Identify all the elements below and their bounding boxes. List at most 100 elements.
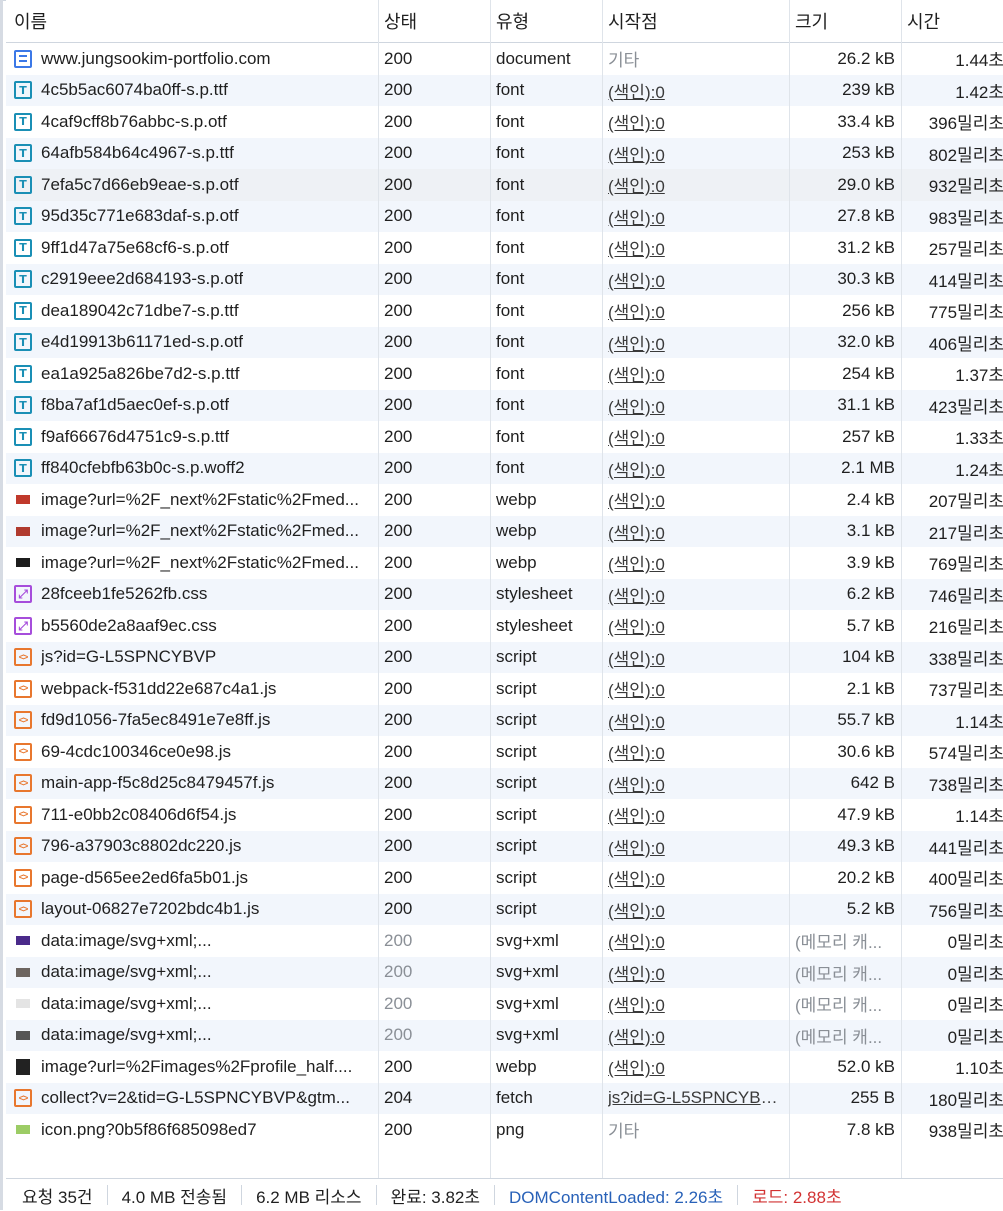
request-initiator-cell[interactable]: (색인):0 <box>602 453 789 485</box>
request-name-cell[interactable]: <> page-d565ee2ed6fa5b01.js <box>6 862 378 894</box>
request-name-cell[interactable]: T 4c5b5ac6074ba0ff-s.p.ttf <box>6 75 378 107</box>
request-name-cell[interactable]: Tdea189042c71dbe7-s.p.ttf <box>6 295 378 327</box>
request-name-cell[interactable]: icon.png?0b5f86f685098ed7 <box>6 1114 378 1146</box>
request-initiator-link[interactable]: (색인):0 <box>608 1023 665 1048</box>
request-initiator-cell[interactable]: (색인):0 <box>602 138 789 170</box>
request-row[interactable]: Tf8ba7af1d5aec0ef-s.p.otf 200 font (색인):0 31… <box>6 389 1003 422</box>
column-header-size[interactable]: 크기 <box>789 0 901 42</box>
request-row[interactable]: T 4caf9cff8b76abbc-s.p.otf 200 font (색인):0 33… <box>6 106 1003 138</box>
request-name-cell[interactable]: image?url=%2Fimages%2Fprofile_half.... <box>6 1051 378 1083</box>
request-initiator-cell[interactable]: (색인):0 <box>602 768 789 800</box>
request-row[interactable]: Tea1a925a826be7d2-s.p.ttf 200 font (색인):0 25… <box>6 358 1003 390</box>
request-initiator-link[interactable]: (색인):0 <box>608 78 665 103</box>
request-initiator-link[interactable]: (색인):0 <box>608 550 665 575</box>
request-initiator-link[interactable]: (색인):0 <box>608 487 665 512</box>
request-row[interactable]: <> collect?v=2&tid=G-L5SPNCYBVP&gtm... 204… <box>6 1082 1003 1115</box>
request-initiator-cell[interactable]: (색인):0 <box>602 232 789 264</box>
request-initiator-cell[interactable]: (색인):0 <box>602 862 789 894</box>
request-row[interactable]: T 4c5b5ac6074ba0ff-s.p.ttf 200 font (색인):0 23… <box>6 74 1003 107</box>
request-initiator-link[interactable]: (색인):0 <box>608 298 665 323</box>
request-initiator-link[interactable]: (색인):0 <box>608 771 665 796</box>
request-initiator-cell[interactable]: (색인):0 <box>602 894 789 926</box>
column-divider[interactable] <box>602 0 603 1178</box>
request-name-cell[interactable]: Tf8ba7af1d5aec0ef-s.p.otf <box>6 390 378 422</box>
request-name-cell[interactable]: T 4caf9cff8b76abbc-s.p.otf <box>6 106 378 138</box>
request-initiator-link[interactable]: (색인):0 <box>608 1054 665 1079</box>
request-row[interactable]: T 7efa5c7d66eb9eae-s.p.otf 200 font (색인):0 29… <box>6 169 1003 201</box>
request-row[interactable]: ⤢ b5560de2a8aaf9ec.css 200 stylesheet (색인):0… <box>6 610 1003 642</box>
request-name-cell[interactable]: <> 69-4cdc100346ce0e98.js <box>6 736 378 768</box>
request-initiator-link[interactable]: (색인):0 <box>608 834 665 859</box>
request-name-cell[interactable]: data:image/svg+xml;... <box>6 1020 378 1052</box>
request-initiator-link[interactable]: (색인):0 <box>608 645 665 670</box>
request-row[interactable]: www.jungsookim-portfolio.com 200 document 기… <box>6 43 1003 75</box>
request-row[interactable]: data:image/svg+xml;... 200 svg+xml (색인):0 (메… <box>6 1019 1003 1052</box>
request-name-cell[interactable]: T 9ff1d47a75e68cf6-s.p.otf <box>6 232 378 264</box>
request-row[interactable]: Tc2919eee2d684193-s.p.otf 200 font (색인):0 30… <box>6 263 1003 296</box>
request-initiator-cell[interactable]: (색인):0 <box>602 925 789 957</box>
request-name-cell[interactable]: T 64afb584b64c4967-s.p.ttf <box>6 138 378 170</box>
request-name-cell[interactable]: Te4d19913b61171ed-s.p.otf <box>6 327 378 359</box>
request-initiator-cell[interactable]: (색인):0 <box>602 1020 789 1052</box>
request-initiator-link[interactable]: (색인):0 <box>608 739 665 764</box>
request-initiator-link[interactable]: (색인):0 <box>608 393 665 418</box>
request-initiator-cell[interactable]: (색인):0 <box>602 988 789 1020</box>
request-initiator-cell[interactable]: (색인):0 <box>602 642 789 674</box>
column-header-status[interactable]: 상태 <box>378 0 490 42</box>
request-initiator-cell[interactable]: (색인):0 <box>602 264 789 296</box>
request-initiator-cell[interactable]: (색인):0 <box>602 327 789 359</box>
request-row[interactable]: data:image/svg+xml;... 200 svg+xml (색인):0 (메… <box>6 956 1003 989</box>
request-row[interactable]: ⤢ 28fceeb1fe5262fb.css 200 stylesheet (색인):0… <box>6 578 1003 611</box>
request-name-cell[interactable]: <> 711-e0bb2c08406d6f54.js <box>6 799 378 831</box>
request-initiator-link[interactable]: (색인):0 <box>608 802 665 827</box>
request-initiator-link[interactable]: (색인):0 <box>608 456 665 481</box>
request-name-cell[interactable]: ⤢ b5560de2a8aaf9ec.css <box>6 610 378 642</box>
request-initiator-link[interactable]: (색인):0 <box>608 141 665 166</box>
column-divider[interactable] <box>901 0 902 1178</box>
request-row[interactable]: <> page-d565ee2ed6fa5b01.js 200 script (색인):… <box>6 862 1003 894</box>
request-name-cell[interactable]: <> fd9d1056-7fa5ec8491e7e8ff.js <box>6 705 378 737</box>
request-row[interactable]: <> layout-06827e7202bdc4b1.js 200 script (색인… <box>6 893 1003 926</box>
request-initiator-cell[interactable]: (색인):0 <box>602 295 789 327</box>
request-row[interactable]: image?url=%2F_next%2Fstatic%2Fmed... 200 w… <box>6 484 1003 516</box>
request-initiator-link[interactable]: (색인):0 <box>608 676 665 701</box>
request-row[interactable]: Tf9af66676d4751c9-s.p.ttf 200 font (색인):0 25… <box>6 421 1003 453</box>
request-name-cell[interactable]: Tc2919eee2d684193-s.p.otf <box>6 264 378 296</box>
request-row[interactable]: <> 796-a37903c8802dc220.js 200 script (색인):0… <box>6 830 1003 862</box>
request-row[interactable]: T 95d35c771e683daf-s.p.otf 200 font (색인):0 27… <box>6 200 1003 233</box>
request-initiator-cell[interactable]: (색인):0 <box>602 106 789 138</box>
column-header-type[interactable]: 유형 <box>490 0 602 42</box>
request-row[interactable]: icon.png?0b5f86f685098ed7 200 png 기타 7.8 kB 9… <box>6 1114 1003 1146</box>
request-initiator-link[interactable]: (색인):0 <box>608 424 665 449</box>
request-initiator-cell[interactable]: js?id=G-L5SPNCYBVP:... <box>602 1083 789 1115</box>
request-initiator-cell[interactable]: (색인):0 <box>602 673 789 705</box>
request-initiator-cell[interactable]: (색인):0 <box>602 957 789 989</box>
request-initiator-link[interactable]: (색인):0 <box>608 582 665 607</box>
request-row[interactable]: <> 711-e0bb2c08406d6f54.js 200 script (색인):0… <box>6 799 1003 831</box>
column-header-initiator[interactable]: 시작점 <box>602 0 789 42</box>
column-divider[interactable] <box>378 0 379 1178</box>
request-initiator-cell[interactable]: (색인):0 <box>602 736 789 768</box>
request-row[interactable]: Te4d19913b61171ed-s.p.otf 200 font (색인):0 32… <box>6 326 1003 359</box>
request-initiator-link[interactable]: (색인):0 <box>608 267 665 292</box>
request-name-cell[interactable]: data:image/svg+xml;... <box>6 957 378 989</box>
request-initiator-link[interactable]: (색인):0 <box>608 361 665 386</box>
request-name-cell[interactable]: Tf9af66676d4751c9-s.p.ttf <box>6 421 378 453</box>
request-initiator-link[interactable]: (색인):0 <box>608 109 665 134</box>
request-row[interactable]: T 9ff1d47a75e68cf6-s.p.otf 200 font (색인):0 31… <box>6 232 1003 264</box>
request-initiator-link[interactable]: (색인):0 <box>608 897 665 922</box>
request-name-cell[interactable]: <> main-app-f5c8d25c8479457f.js <box>6 768 378 800</box>
request-name-cell[interactable]: www.jungsookim-portfolio.com <box>6 43 378 75</box>
request-initiator-cell[interactable]: (색인):0 <box>602 421 789 453</box>
request-initiator-cell[interactable]: (색인):0 <box>602 201 789 233</box>
request-initiator-link[interactable]: (색인):0 <box>608 330 665 355</box>
request-row[interactable]: image?url=%2Fimages%2Fprofile_half.... 20… <box>6 1051 1003 1083</box>
request-row[interactable]: <> fd9d1056-7fa5ec8491e7e8ff.js 200 script (… <box>6 704 1003 737</box>
request-initiator-cell[interactable]: (색인):0 <box>602 484 789 516</box>
request-name-cell[interactable]: data:image/svg+xml;... <box>6 925 378 957</box>
request-name-cell[interactable]: <> js?id=G-L5SPNCYBVP <box>6 642 378 674</box>
request-initiator-link[interactable]: (색인):0 <box>608 235 665 260</box>
request-name-cell[interactable]: ⤢ 28fceeb1fe5262fb.css <box>6 579 378 611</box>
request-row[interactable]: Tff840cfebfb63b0c-s.p.woff2 200 font (색인):0… <box>6 452 1003 485</box>
request-initiator-link[interactable]: (색인):0 <box>608 204 665 229</box>
